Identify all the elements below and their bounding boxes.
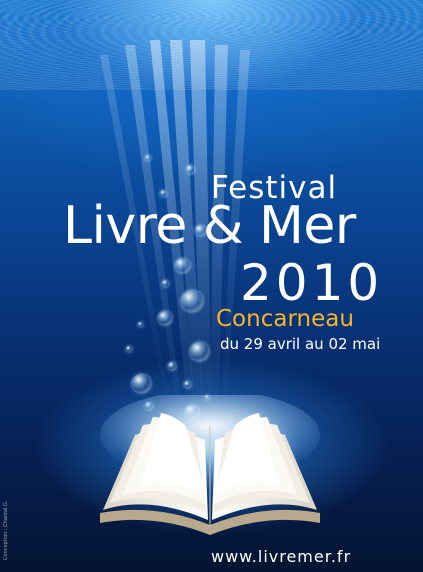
bubble [138,322,143,327]
bubble [126,346,132,352]
bubble [132,374,151,393]
bubble [175,258,190,273]
bubble [158,311,172,325]
bubble [186,165,195,174]
bubble [181,290,203,312]
design-credit: Conception : Chantal G. [3,500,9,560]
bubble [168,362,176,370]
website-link[interactable]: www.livremer.fr [211,547,351,566]
bubble [145,155,151,161]
bubble [195,225,206,236]
bubble [162,280,169,287]
bubble [160,190,167,197]
poster: Festival Livre & Mer 2010 Concarneau du … [0,0,423,572]
bubble [184,381,191,388]
bubble [190,342,209,361]
open-book-illustration [100,395,320,535]
